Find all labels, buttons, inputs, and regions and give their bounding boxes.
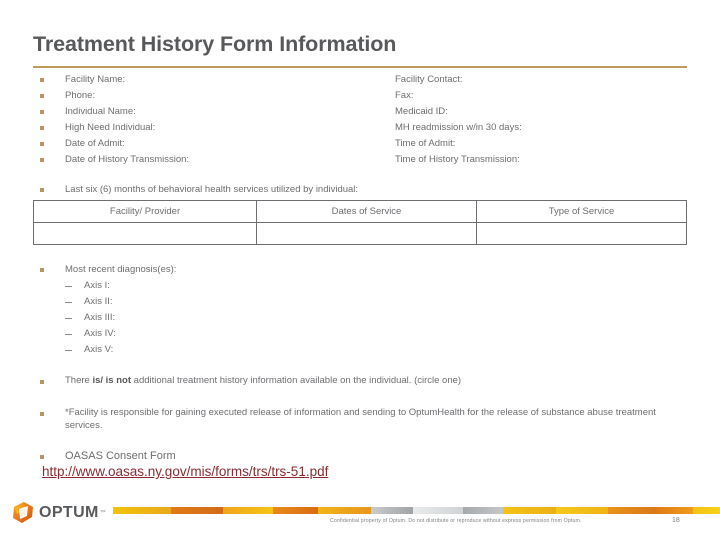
form-field-row: Phone: Fax: bbox=[40, 88, 690, 104]
field-label-left: Facility Name: bbox=[65, 74, 126, 85]
bullet-square-icon bbox=[40, 78, 44, 82]
field-label-left: High Need Individual: bbox=[65, 122, 156, 133]
table-cell-facility[interactable] bbox=[33, 222, 257, 245]
form-field-row: Facility Name: Facility Contact: bbox=[40, 72, 690, 88]
bullet-square-icon bbox=[40, 380, 44, 384]
statement-circle-one-text: There is/ is not additional treatment hi… bbox=[65, 374, 461, 387]
diagnoses-item-label: Axis V: bbox=[84, 344, 114, 355]
table-header-cell-type: Type of Service bbox=[476, 200, 687, 223]
oasas-consent-link[interactable]: http://www.oasas.ny.gov/mis/forms/trs/tr… bbox=[42, 463, 328, 481]
optum-logo: OPTUM ™ bbox=[10, 500, 106, 526]
oasas-consent-block: OASAS Consent Form bbox=[40, 448, 176, 464]
bullet-square-icon bbox=[40, 142, 44, 146]
field-label-right: Time of History Transmission: bbox=[395, 154, 520, 165]
field-label-right: Time of Admit: bbox=[395, 138, 456, 149]
form-field-row: Individual Name: Medicaid ID: bbox=[40, 104, 690, 120]
form-field-list: Facility Name: Facility Contact: Phone: … bbox=[40, 72, 690, 168]
dash-bullet-icon bbox=[65, 286, 72, 287]
services-heading: Last six (6) months of behavioral health… bbox=[40, 182, 358, 198]
diagnoses-heading: Most recent diagnosis(es): bbox=[40, 262, 176, 278]
dash-bullet-icon bbox=[65, 318, 72, 319]
field-label-left: Phone: bbox=[65, 90, 96, 101]
title-divider bbox=[33, 66, 687, 68]
diagnoses-item-label: Axis I: bbox=[84, 280, 110, 291]
bullet-square-icon bbox=[40, 110, 44, 114]
form-field-row: Date of Admit: Time of Admit: bbox=[40, 136, 690, 152]
bullet-square-icon bbox=[40, 188, 44, 192]
table-header-row: Facility/ Provider Dates of Service Type… bbox=[33, 200, 687, 223]
bullet-square-icon bbox=[40, 126, 44, 130]
diagnoses-item: Axis I: bbox=[65, 278, 176, 294]
field-label-left: Date of Admit: bbox=[65, 138, 125, 149]
bullet-square-icon bbox=[40, 158, 44, 162]
page-number: 18 bbox=[672, 517, 680, 524]
field-label-right: Facility Contact: bbox=[395, 74, 463, 85]
diagnoses-item: Axis V: bbox=[65, 342, 176, 358]
diagnoses-item: Axis II: bbox=[65, 294, 176, 310]
statement-facility-note: *Facility is responsible for gaining exe… bbox=[40, 406, 695, 432]
trademark-icon: ™ bbox=[99, 510, 106, 516]
diagnoses-heading-label: Most recent diagnosis(es): bbox=[65, 264, 177, 275]
page-title: Treatment History Form Information bbox=[33, 32, 397, 56]
statement-prefix: There bbox=[65, 375, 93, 386]
form-field-row: Date of History Transmission: Time of Hi… bbox=[40, 152, 690, 168]
statement-facility-note-text: *Facility is responsible for gaining exe… bbox=[65, 407, 656, 431]
bullet-square-icon bbox=[40, 268, 44, 272]
diagnoses-item: Axis III: bbox=[65, 310, 176, 326]
field-label-left: Date of History Transmission: bbox=[65, 154, 190, 165]
diagnoses-item-label: Axis IV: bbox=[84, 328, 116, 339]
statement-suffix: additional treatment history information… bbox=[131, 375, 462, 386]
optum-mark-icon bbox=[10, 500, 36, 526]
diagnoses-item-label: Axis III: bbox=[84, 312, 116, 323]
slide-canvas: Treatment History Form Information Facil… bbox=[0, 0, 720, 540]
services-table: Facility/ Provider Dates of Service Type… bbox=[33, 200, 687, 245]
diagnoses-item-label: Axis II: bbox=[84, 296, 113, 307]
bullet-square-icon bbox=[40, 455, 44, 459]
optum-wordmark: OPTUM bbox=[39, 504, 99, 521]
field-label-right: Fax: bbox=[395, 90, 414, 101]
bullet-square-icon bbox=[40, 94, 44, 98]
statement-bold-choice: is/ is not bbox=[92, 375, 132, 386]
diagnoses-item: Axis IV: bbox=[65, 326, 176, 342]
confidentiality-note: Confidential property of Optum. Do not d… bbox=[330, 518, 582, 524]
table-cell-type[interactable] bbox=[476, 222, 687, 245]
table-row bbox=[33, 222, 687, 245]
diagnoses-block: Most recent diagnosis(es): Axis I: Axis … bbox=[40, 262, 176, 358]
dash-bullet-icon bbox=[65, 334, 72, 335]
dash-bullet-icon bbox=[65, 302, 72, 303]
oasas-consent-label: OASAS Consent Form bbox=[65, 450, 176, 462]
dash-bullet-icon bbox=[65, 350, 72, 351]
field-label-right: MH readmission w/in 30 days: bbox=[395, 122, 522, 133]
table-cell-dates[interactable] bbox=[256, 222, 477, 245]
statement-circle-one: There is/ is not additional treatment hi… bbox=[40, 374, 461, 387]
field-label-right: Medicaid ID: bbox=[395, 106, 448, 117]
footer-ribbon bbox=[113, 507, 720, 514]
table-header-cell-facility: Facility/ Provider bbox=[33, 200, 257, 223]
field-label-left: Individual Name: bbox=[65, 106, 136, 117]
bullet-square-icon bbox=[40, 412, 44, 416]
table-header-cell-dates: Dates of Service bbox=[256, 200, 477, 223]
form-field-row: High Need Individual: MH readmission w/i… bbox=[40, 120, 690, 136]
services-heading-label: Last six (6) months of behavioral health… bbox=[65, 184, 359, 195]
